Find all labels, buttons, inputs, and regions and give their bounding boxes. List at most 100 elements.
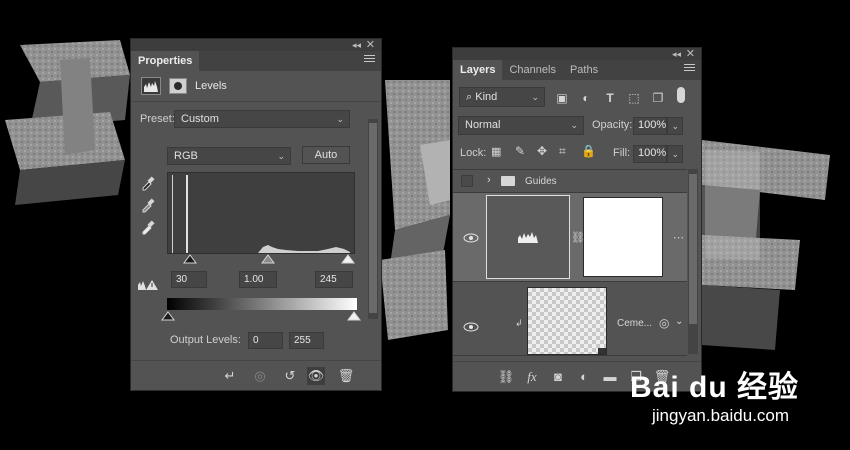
add-mask-icon[interactable]: ◙: [549, 368, 567, 386]
close-icon[interactable]: ✕: [686, 48, 695, 60]
panel-menu-icon[interactable]: [684, 64, 695, 73]
preset-dropdown[interactable]: Custom ⌄: [174, 110, 350, 128]
fill-dropdown[interactable]: ⌄: [667, 145, 683, 163]
opacity-dropdown[interactable]: ⌄: [667, 117, 683, 135]
filter-kind-value: Kind: [475, 91, 498, 103]
concrete-letters-left: [5, 40, 130, 205]
output-black-field[interactable]: 0: [248, 332, 283, 349]
scrollbar-thumb[interactable]: [369, 123, 377, 313]
layer-row-cement[interactable]: ↲ Ceme... ◎ ⌄: [453, 282, 687, 356]
auto-button[interactable]: Auto: [302, 146, 350, 164]
input-black-field[interactable]: 30: [171, 271, 207, 288]
link-layers-icon[interactable]: ⛓: [497, 368, 515, 386]
smart-object-filter-icon[interactable]: ❐: [651, 91, 665, 105]
layer-row-levels[interactable]: ⛓ ⋯: [453, 193, 687, 282]
layer-mask-thumbnail[interactable]: [583, 197, 663, 277]
input-gamma-field[interactable]: 1.00: [239, 271, 277, 288]
panel-tabs: Layers Channels Paths: [453, 60, 701, 80]
filter-kind-dropdown[interactable]: ⌕ Kind ⌄: [459, 87, 545, 107]
fill-label: Fill:: [613, 147, 631, 159]
white-point-eyedropper-icon[interactable]: [140, 219, 156, 235]
input-white-field[interactable]: 245: [315, 271, 353, 288]
lock-label: Lock:: [460, 147, 487, 159]
panel-titlebar[interactable]: ◂◂ ✕: [131, 39, 381, 51]
baidu-jingyan-logo: Bai du 经验: [630, 371, 800, 404]
eye-icon[interactable]: [463, 233, 479, 243]
black-point-eyedropper-icon[interactable]: [140, 175, 156, 191]
concrete-letters-middle: [380, 80, 450, 340]
channel-value: RGB: [174, 150, 198, 162]
panel-menu-icon[interactable]: [364, 55, 375, 64]
folder-icon: [501, 176, 515, 186]
tab-channels[interactable]: Channels: [502, 60, 562, 80]
collapse-icon[interactable]: ◂◂: [352, 39, 361, 51]
shape-filter-icon[interactable]: ⬚: [627, 91, 641, 105]
tab-layers[interactable]: Layers: [453, 60, 503, 80]
panel-tabs: Properties: [131, 51, 381, 71]
chevron-down-icon: ⌄: [671, 121, 679, 131]
output-levels-label: Output Levels:: [170, 334, 241, 346]
delete-icon[interactable]: 🗑: [337, 367, 355, 385]
output-gradient-bar: [167, 298, 357, 310]
new-group-icon[interactable]: ▬: [601, 368, 619, 386]
clipping-arrow-icon: ↲: [515, 318, 523, 328]
smart-object-thumbnail[interactable]: [527, 287, 607, 355]
new-adjustment-icon[interactable]: ◐: [575, 368, 593, 386]
clip-to-layer-icon[interactable]: ↵: [221, 367, 239, 385]
concrete-letters-right: [702, 140, 830, 350]
clipping-warning-icon[interactable]: [137, 279, 159, 291]
watermark-url: jingyan.baidu.com: [652, 406, 790, 425]
fx-icon[interactable]: fx: [523, 368, 541, 386]
layer-row-guides[interactable]: › Guides: [453, 169, 687, 193]
collapse-icon[interactable]: ◂◂: [672, 48, 681, 60]
chevron-down-icon[interactable]: ⌄: [675, 316, 683, 327]
chevron-down-icon: ⌄: [277, 151, 285, 161]
opacity-field[interactable]: 100%: [633, 117, 667, 135]
channel-dropdown[interactable]: RGB ⌄: [167, 147, 291, 165]
layer-effects-icon[interactable]: ◎: [659, 316, 669, 330]
adjustment-title: Levels: [195, 80, 227, 92]
lock-image-icon[interactable]: ✎: [515, 144, 525, 158]
layers-scrollbar[interactable]: [688, 169, 698, 354]
properties-scrollbar[interactable]: [368, 119, 378, 319]
layer-mask-icon[interactable]: [169, 78, 187, 94]
panel-titlebar[interactable]: ◂◂ ✕: [453, 48, 701, 60]
adjustment-filter-icon[interactable]: ◐: [579, 91, 593, 105]
blend-mode-value: Normal: [465, 119, 501, 131]
input-white-slider[interactable]: [341, 254, 355, 264]
toggle-visibility-icon[interactable]: 👁: [307, 367, 325, 385]
lock-position-icon[interactable]: ✥: [537, 144, 547, 158]
layer-name: Guides: [525, 176, 557, 187]
input-gamma-slider[interactable]: [261, 254, 275, 264]
filter-toggle-icon[interactable]: [677, 87, 685, 103]
tab-properties[interactable]: Properties: [131, 51, 200, 71]
lock-artboard-icon[interactable]: ⌗: [559, 144, 566, 159]
fill-field[interactable]: 100%: [633, 145, 667, 163]
preset-label: Preset:: [140, 113, 175, 125]
opacity-label: Opacity:: [592, 119, 633, 131]
search-icon: ⌕: [466, 91, 473, 103]
scrollbar-thumb[interactable]: [689, 174, 697, 324]
tab-paths[interactable]: Paths: [563, 60, 605, 80]
chevron-right-icon[interactable]: ›: [487, 174, 491, 186]
output-black-slider[interactable]: [161, 311, 175, 321]
output-white-slider[interactable]: [347, 311, 361, 321]
lock-transparent-icon[interactable]: ▦: [491, 145, 501, 158]
type-filter-icon[interactable]: T: [603, 91, 617, 105]
lock-all-icon[interactable]: 🔒: [581, 144, 596, 158]
smart-object-badge-icon: [598, 348, 606, 354]
pixel-filter-icon[interactable]: ▣: [555, 91, 569, 105]
gray-point-eyedropper-icon[interactable]: [140, 197, 156, 213]
visibility-toggle-empty[interactable]: [461, 175, 473, 187]
close-icon[interactable]: ✕: [366, 39, 375, 51]
chevron-down-icon: ⌄: [531, 92, 539, 102]
eye-icon[interactable]: [463, 322, 479, 332]
reset-icon[interactable]: ↺: [281, 367, 299, 385]
adjustment-thumbnail[interactable]: [486, 195, 570, 279]
output-white-field[interactable]: 255: [289, 332, 324, 349]
more-icon[interactable]: ⋯: [673, 231, 684, 244]
input-black-slider[interactable]: [183, 254, 197, 264]
blend-mode-dropdown[interactable]: Normal ⌄: [458, 116, 584, 135]
view-previous-state-icon[interactable]: ◎: [251, 367, 269, 385]
levels-adjustment-icon[interactable]: [141, 77, 161, 95]
